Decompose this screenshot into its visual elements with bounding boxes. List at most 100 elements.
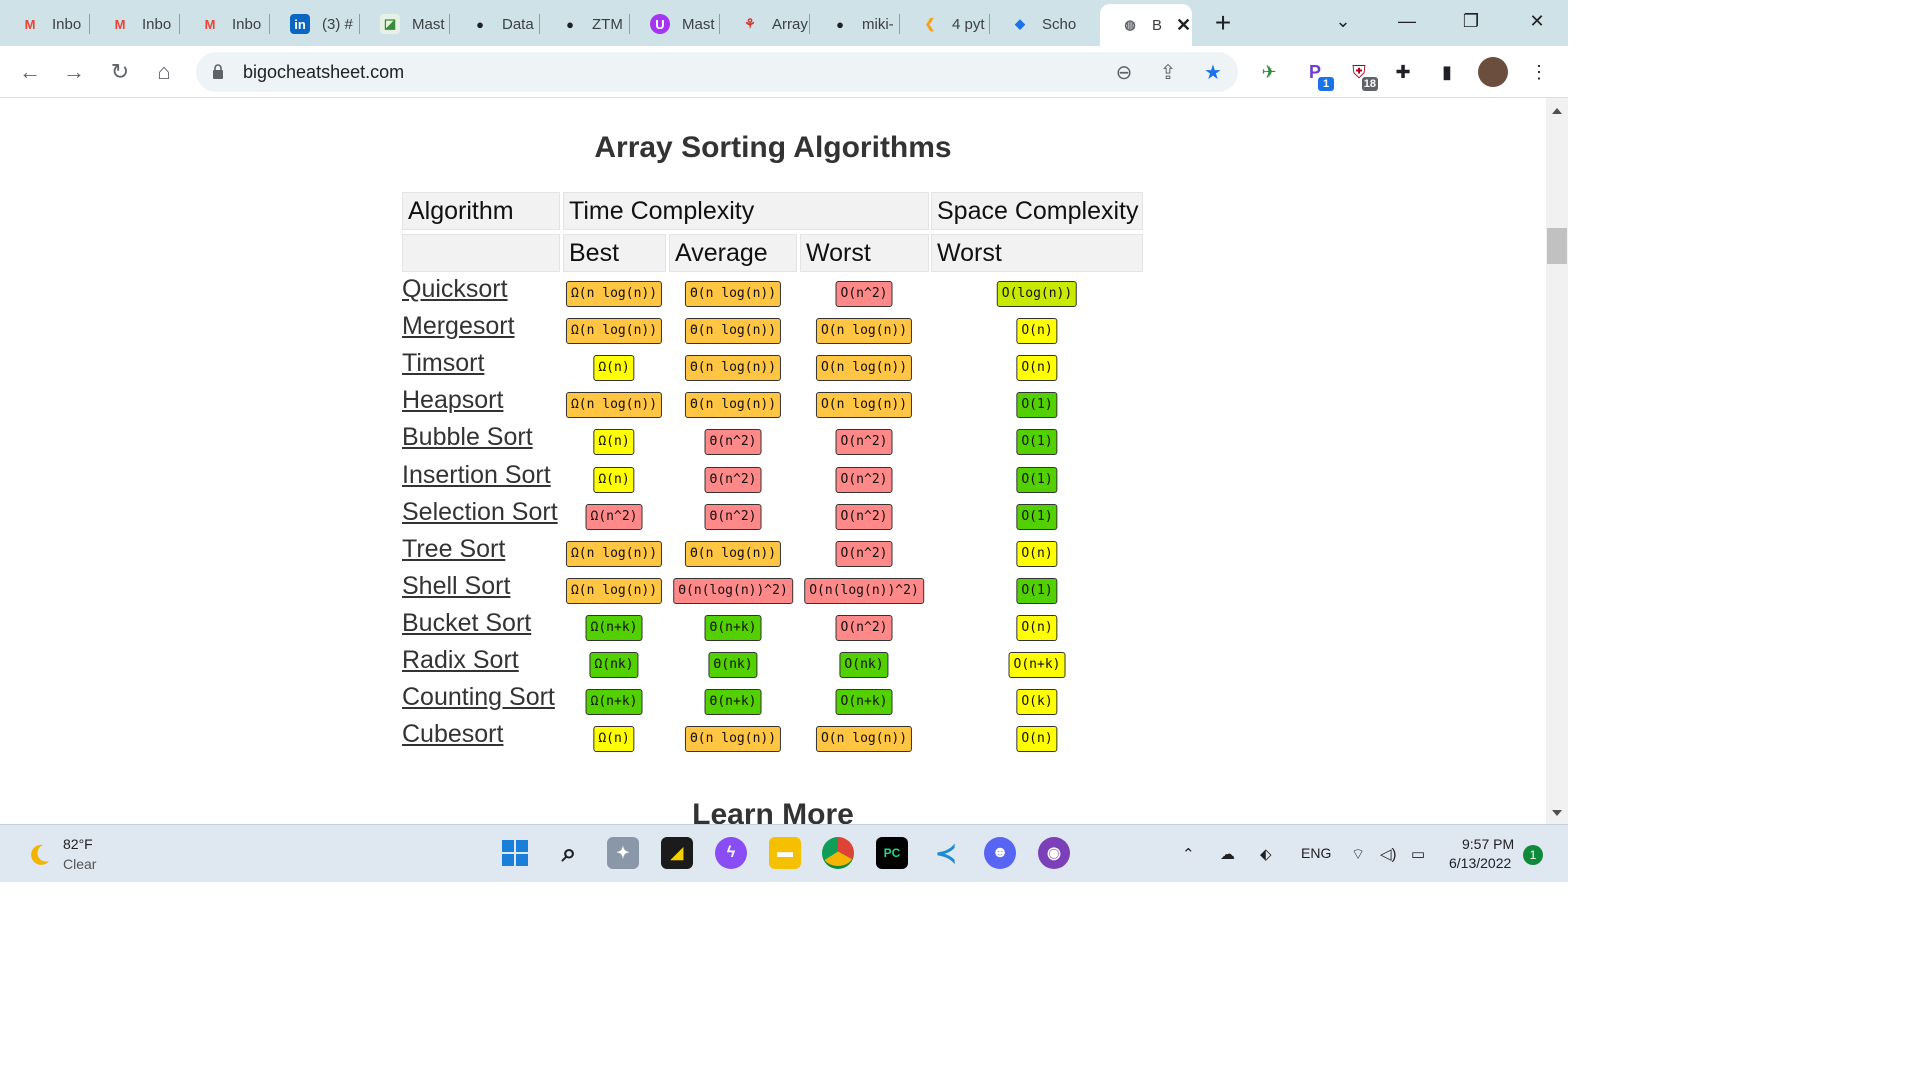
browser-tab[interactable]: in (3) # [270, 8, 360, 40]
messenger-icon[interactable]: ϟ [715, 837, 747, 869]
profile-avatar[interactable] [1478, 57, 1508, 87]
volume-icon[interactable]: ◁) [1380, 845, 1397, 863]
close-window-button[interactable]: ✕ [1514, 4, 1560, 38]
algorithm-link[interactable]: Heapsort [402, 386, 503, 415]
scrollbar-thumb[interactable] [1547, 228, 1567, 264]
worst-time-badge: O(n log(n)) [815, 726, 913, 753]
tab-label: Inbo [232, 15, 262, 33]
minimize-button[interactable]: — [1384, 4, 1430, 38]
browser-tab[interactable]: ❮ 4 pyt [900, 8, 990, 40]
reload-button[interactable]: ↻ [106, 58, 134, 86]
table-row: Bubble Sort Ω(n) Θ(n^2) O(n^2) O(1) [402, 423, 1147, 460]
best-badge: Ω(n log(n)) [565, 577, 663, 604]
back-button[interactable]: ← [16, 58, 44, 86]
weather-condition[interactable]: Clear [63, 856, 96, 872]
hummingbird-extension-icon[interactable]: ✈ [1256, 59, 1282, 85]
worst-space-badge: O(1) [1016, 466, 1058, 493]
browser-tab[interactable]: ◍ B ✕ [1100, 4, 1192, 46]
weather-temperature[interactable]: 82°F [63, 836, 93, 852]
moon-icon[interactable] [26, 842, 52, 868]
pocket-badge: 1 [1318, 77, 1334, 91]
dropbox-icon[interactable]: ⬖ [1260, 845, 1272, 863]
browser-tab[interactable]: M Inbo [90, 8, 180, 40]
page-scrollbar[interactable] [1546, 98, 1568, 824]
home-button[interactable]: ⌂ [150, 58, 178, 86]
tab-strip: M Inbo M Inbo M Inbo in (3) # ◪ Mast ● Data ● ZTM U Mas… [0, 0, 1568, 46]
algorithm-link[interactable]: Selection Sort [402, 498, 558, 527]
share-icon[interactable]: ⇪ [1156, 61, 1180, 85]
notification-badge[interactable]: 1 [1523, 845, 1543, 865]
search-icon[interactable]: ⌕ [553, 837, 585, 869]
browser-tab[interactable]: ● miki- [810, 8, 900, 40]
pycharm-icon[interactable]: PC [876, 837, 908, 869]
worst-time-badge: O(nk) [839, 652, 889, 678]
table-row: Insertion Sort Ω(n) Θ(n^2) O(n^2) O(1) [402, 461, 1147, 498]
algorithm-link[interactable]: Mergesort [402, 312, 515, 341]
gmail-icon: M [24, 16, 36, 32]
algorithm-link[interactable]: Bucket Sort [402, 609, 531, 638]
menu-kebab-icon[interactable]: ⋮ [1526, 59, 1552, 85]
algorithm-link[interactable]: Shell Sort [402, 572, 510, 601]
browser-tab[interactable]: ◪ Mast [360, 8, 450, 40]
pocket-extension-icon[interactable]: P1 [1302, 59, 1334, 91]
leetcode-icon: ❮ [924, 16, 936, 31]
github-icon: ● [836, 16, 844, 32]
average-badge: Θ(n log(n)) [684, 726, 782, 753]
close-tab-icon[interactable]: ✕ [1176, 15, 1191, 36]
side-panel-icon[interactable]: ▮ [1434, 59, 1460, 85]
algorithm-link[interactable]: Radix Sort [402, 646, 519, 675]
language-indicator[interactable]: ENG [1301, 845, 1331, 861]
algorithm-link[interactable]: Insertion Sort [402, 461, 551, 490]
header-best: Best [563, 234, 666, 272]
ublock-extension-icon[interactable]: ⛨ 18 [1346, 59, 1378, 91]
browser-tab[interactable]: M Inbo [180, 8, 270, 40]
average-badge: Θ(n^2) [704, 466, 762, 493]
tray-overflow-chevron-icon[interactable]: ⌃ [1182, 845, 1195, 863]
vscode-icon[interactable]: ≺ [930, 837, 962, 869]
worst-time-badge: O(n log(n)) [815, 392, 913, 419]
algorithm-link[interactable]: Tree Sort [402, 535, 505, 564]
table-row: Shell Sort Ω(n log(n)) Θ(n(log(n))^2) O(n(l… [402, 572, 1147, 609]
clock-date[interactable]: 6/13/2022 [1449, 855, 1511, 871]
browser-tab[interactable]: ◆ Scho [990, 8, 1090, 40]
algorithm-link[interactable]: Counting Sort [402, 683, 555, 712]
new-tab-button[interactable]: + [1208, 8, 1238, 38]
onedrive-icon[interactable]: ☁ [1220, 845, 1235, 863]
scroll-down-icon[interactable] [1552, 810, 1562, 816]
browser-tab[interactable]: ● Data [450, 8, 540, 40]
algorithm-link[interactable]: Timsort [402, 349, 484, 378]
maximize-button[interactable]: ❐ [1448, 4, 1494, 38]
address-bar[interactable]: bigocheatsheet.com ⊖ ⇪ ★ [196, 52, 1238, 92]
worst-space-badge: O(n) [1016, 540, 1058, 567]
scroll-up-icon[interactable] [1552, 108, 1562, 114]
wifi-icon[interactable]: ⌔ [1351, 845, 1365, 864]
clock-time[interactable]: 9:57 PM [1462, 836, 1514, 852]
github-desktop-icon[interactable]: ◉ [1038, 837, 1070, 869]
sticky-notes-icon[interactable]: ◢ [661, 837, 693, 869]
linkedin-icon: in [290, 14, 310, 34]
bookmark-star-icon[interactable]: ★ [1201, 61, 1225, 85]
best-badge: Ω(nk) [589, 652, 639, 678]
best-badge: Ω(n^2) [585, 503, 643, 530]
worst-time-badge: O(n^2) [835, 281, 893, 307]
browser-tab[interactable]: ⚘ Array [720, 8, 810, 40]
algorithm-link[interactable]: Cubesort [402, 720, 503, 749]
gmail-icon: M [114, 16, 126, 32]
browser-tab[interactable]: M Inbo [0, 8, 90, 40]
forward-button[interactable]: → [60, 58, 88, 86]
browser-tab[interactable]: ● ZTM [540, 8, 630, 40]
browser-tab[interactable]: U Mast [630, 8, 720, 40]
discord-icon[interactable]: ☻ [984, 837, 1016, 869]
file-explorer-icon[interactable]: ▬ [769, 837, 801, 869]
extensions-puzzle-icon[interactable]: ✚ [1390, 59, 1416, 85]
store-icon[interactable]: ✦ [607, 837, 639, 869]
chrome-icon[interactable] [822, 837, 854, 869]
tab-search-chevron-icon[interactable]: ⌄ [1320, 4, 1366, 38]
algorithm-link[interactable]: Bubble Sort [402, 423, 533, 452]
algorithm-link[interactable]: Quicksort [402, 275, 508, 304]
url-text[interactable]: bigocheatsheet.com [243, 62, 404, 83]
worst-space-badge: O(n) [1016, 726, 1058, 753]
start-windows-icon[interactable] [499, 837, 531, 869]
battery-icon[interactable]: ▭ [1411, 845, 1425, 863]
zoom-icon[interactable]: ⊖ [1112, 61, 1136, 85]
